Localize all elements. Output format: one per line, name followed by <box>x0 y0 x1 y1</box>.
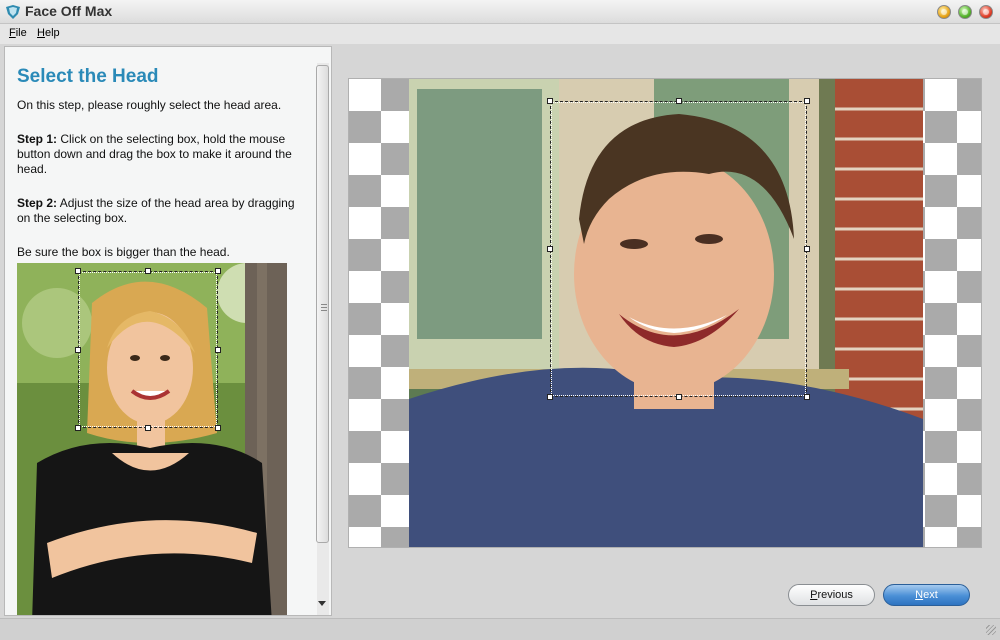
scroll-down-arrow-icon[interactable] <box>318 601 326 606</box>
step2-label: Step 2: <box>17 196 58 210</box>
sample-handle <box>145 268 151 274</box>
instructions-panel: Select the Head On this step, please rou… <box>4 46 332 616</box>
next-button[interactable]: Next <box>883 584 970 606</box>
resize-handle-right[interactable] <box>804 246 810 252</box>
title-bar: Face Off Max <box>0 0 1000 24</box>
instructions-scrollbar[interactable] <box>315 63 330 615</box>
menu-help-mnemonic: H <box>37 27 45 39</box>
resize-handle-bottom-left[interactable] <box>547 394 553 400</box>
next-mnemonic: N <box>915 589 924 601</box>
menu-file-label: ile <box>15 27 27 39</box>
face-off-logo-icon <box>6 5 20 19</box>
menu-help-label: elp <box>44 27 60 39</box>
resize-handle-bottom[interactable] <box>676 394 682 400</box>
sample-handle <box>215 268 221 274</box>
resize-handle-top-right[interactable] <box>804 98 810 104</box>
step-heading: Select the Head <box>17 66 159 87</box>
window-title: Face Off Max <box>25 3 113 19</box>
step1-label: Step 1: <box>17 132 58 146</box>
sample-handle <box>75 268 81 274</box>
window-resize-grip-icon[interactable] <box>986 625 996 635</box>
note-text: Be sure the box is bigger than the head. <box>17 245 230 259</box>
menu-bar: File Help <box>0 24 1000 44</box>
previous-button[interactable]: Previous <box>788 584 875 606</box>
scrollbar-thumb[interactable] <box>316 65 329 543</box>
resize-handle-top-left[interactable] <box>547 98 553 104</box>
sample-handle <box>75 347 81 353</box>
menu-help[interactable]: Help <box>37 27 60 39</box>
sample-handle <box>75 425 81 431</box>
menu-file[interactable]: File <box>9 27 27 39</box>
step1-body: Click on the selecting box, hold the mou… <box>17 132 292 176</box>
intro-text: On this step, please roughly select the … <box>17 98 282 112</box>
resize-handle-top[interactable] <box>676 98 682 104</box>
menu-file-mnemonic: F <box>9 27 16 39</box>
resize-handle-bottom-right[interactable] <box>804 394 810 400</box>
next-label: ext <box>923 589 938 601</box>
resize-handle-left[interactable] <box>547 246 553 252</box>
step1-text: Step 1: Click on the selecting box, hold… <box>17 132 307 177</box>
sample-photo <box>17 263 287 615</box>
status-bar <box>0 618 1000 640</box>
head-selection-box[interactable] <box>550 101 807 397</box>
previous-label: revious <box>817 589 853 601</box>
image-canvas[interactable] <box>348 78 982 548</box>
sample-handle <box>215 425 221 431</box>
sample-selection-box <box>78 271 218 428</box>
sample-handle <box>145 425 151 431</box>
maximize-button[interactable] <box>958 5 972 19</box>
sample-handle <box>215 347 221 353</box>
step2-body: Adjust the size of the head area by drag… <box>17 196 295 225</box>
close-button[interactable] <box>979 5 993 19</box>
minimize-button[interactable] <box>937 5 951 19</box>
step2-text: Step 2: Adjust the size of the head area… <box>17 196 307 226</box>
